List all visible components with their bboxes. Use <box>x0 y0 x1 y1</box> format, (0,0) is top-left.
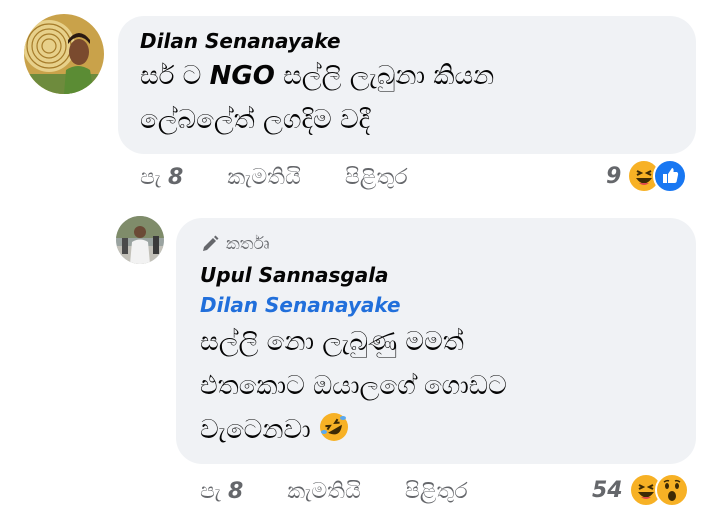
comment-reactions[interactable]: 9 <box>606 158 688 194</box>
reply-mention[interactable]: Dilan Senanayake <box>200 292 672 318</box>
comment-age[interactable]: පැ 8 <box>140 165 183 190</box>
reply-bubble: කර්තෘ Upul Sannasgala Dilan Senanayake ස… <box>176 218 696 464</box>
reply-reaction-count: 54 <box>592 477 623 503</box>
author-badge: කර්තෘ <box>200 232 672 256</box>
wow-emoji-icon <box>654 473 689 507</box>
reply-button[interactable]: පිළිතුර <box>345 165 408 190</box>
comment-actions: පැ 8 කැමතියි පිළිතුර <box>140 160 452 194</box>
reply-text-line-1: සල්ලි නො ලැබුණු මමත් <box>200 327 464 357</box>
avatar-upul[interactable] <box>116 216 164 264</box>
rolling-laugh-emoji-icon <box>319 412 349 442</box>
pencil-icon <box>200 234 220 254</box>
reply-reactions[interactable]: 54 <box>592 472 689 508</box>
reply-reply-button[interactable]: පිළිතුර <box>405 479 468 504</box>
reaction-count: 9 <box>606 163 622 189</box>
reply-text-line-3: වැටෙනවා <box>200 408 672 452</box>
comment-bubble: Dilan Senanayake සර් ට NGO සල්ලි ලැබුනා … <box>118 16 696 154</box>
like-button[interactable]: කැමතියි <box>227 165 301 190</box>
comment-author[interactable]: Dilan Senanayake <box>140 28 674 54</box>
reply-text-line-2: එතකොට ඔයාලගේ ගොඩට <box>200 371 507 401</box>
comment-text-line-1: සර් ට NGO සල්ලි ලැබුනා කියන <box>140 61 495 91</box>
reply-actions: පැ 8 කැමතියි පිළිතුර <box>200 474 512 508</box>
comment-text-line-2: ලේබලේත් ලගදිම වදී <box>140 105 371 135</box>
avatar-dilan[interactable] <box>24 14 104 94</box>
reply-author[interactable]: Upul Sannasgala <box>200 262 672 288</box>
like-emoji-icon <box>653 159 688 193</box>
reply-age[interactable]: පැ 8 <box>200 479 243 504</box>
reply-like-button[interactable]: කැමතියි <box>287 479 361 504</box>
